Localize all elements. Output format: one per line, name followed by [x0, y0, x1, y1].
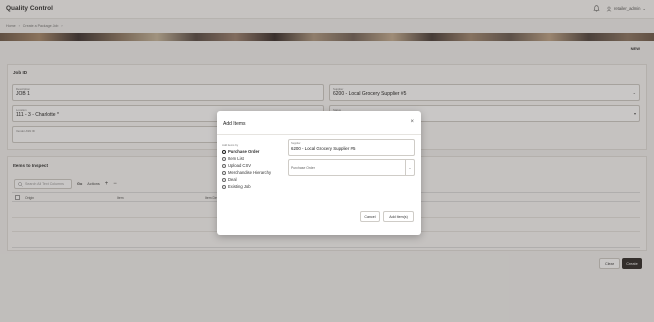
chevron-down-icon: ⌄ [405, 160, 414, 175]
close-icon[interactable]: × [410, 119, 414, 125]
radio-purchase-order[interactable]: Purchase Order [222, 148, 271, 155]
radio-item-list[interactable]: Item List [222, 155, 271, 162]
radio-selected-icon [222, 149, 226, 154]
field-value: 6200 - Local Grocery Supplier #5 [291, 146, 356, 151]
add-items-by-radiogroup: Purchase Order Item List Upload CSV Merc… [222, 148, 271, 190]
dialog-title: Add Items [223, 121, 246, 127]
radio-deal[interactable]: Deal [222, 176, 271, 183]
cancel-button[interactable]: Cancel [360, 211, 380, 222]
radio-icon [222, 156, 226, 161]
select-placeholder: Purchase Order [291, 166, 315, 170]
add-items-button[interactable]: Add Item(s) [383, 211, 414, 222]
radio-icon [222, 184, 226, 189]
radio-icon [222, 177, 226, 182]
purchase-order-select[interactable]: Purchase Order ⌄ [288, 159, 415, 176]
radio-existing-job[interactable]: Existing Job [222, 183, 271, 190]
radio-icon [222, 163, 226, 168]
dialog-supplier-field[interactable]: Supplier 6200 - Local Grocery Supplier #… [288, 139, 415, 156]
field-label: Supplier [291, 141, 301, 145]
radio-icon [222, 170, 226, 175]
radio-merchandise-hierarchy[interactable]: Merchandise Hierarchy [222, 169, 271, 176]
add-items-by-label: Add items by [222, 143, 239, 147]
radio-upload-csv[interactable]: Upload CSV [222, 162, 271, 169]
divider [217, 134, 421, 135]
